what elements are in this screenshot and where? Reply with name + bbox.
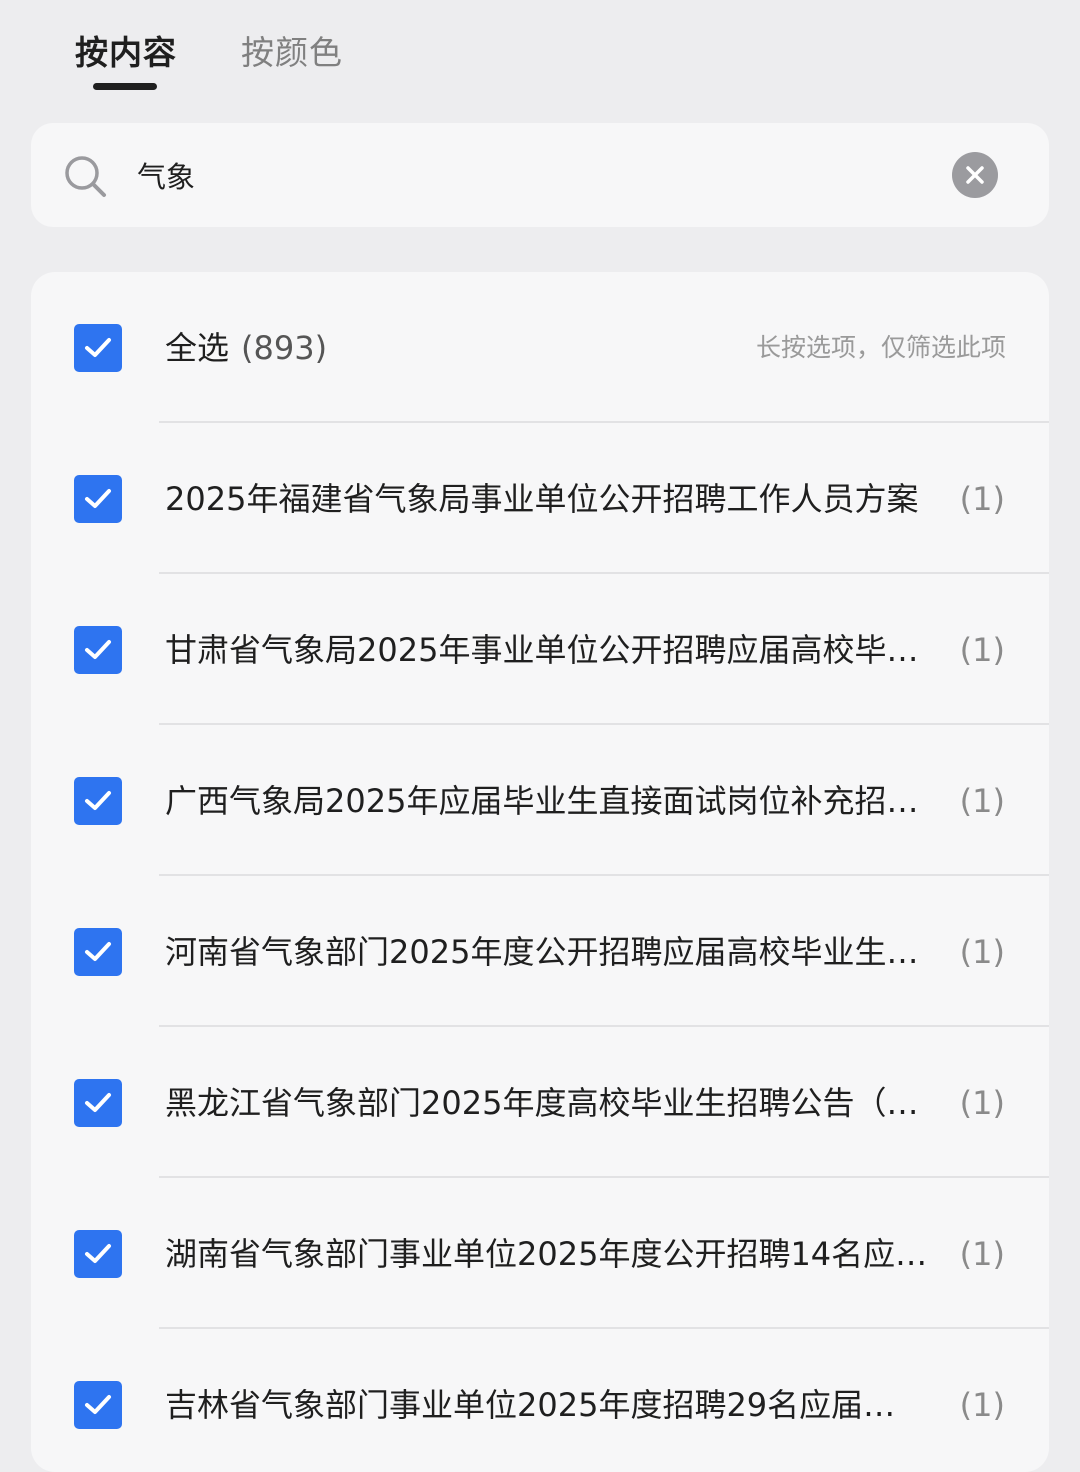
item-count: (1) [959, 480, 1005, 518]
item-count: (1) [959, 1084, 1005, 1122]
item-checkbox[interactable] [74, 1230, 122, 1278]
checkmark-icon [85, 1395, 111, 1414]
item-count: (1) [959, 1235, 1005, 1273]
long-press-hint: 长按选项，仅筛选此项 [755, 333, 1006, 362]
clear-search-button[interactable] [952, 152, 998, 198]
checkmark-icon [85, 338, 111, 357]
item-checkbox[interactable] [74, 1079, 122, 1127]
item-label: 吉林省气象部门事业单位2025年度招聘29名应届… [165, 1386, 896, 1424]
checkmark-icon [85, 1093, 111, 1112]
list-item[interactable]: 2025年福建省气象局事业单位公开招聘工作人员方案 (1) [31, 423, 1049, 574]
list-item[interactable]: 河南省气象部门2025年度公开招聘应届高校毕业生… (1) [31, 876, 1049, 1027]
close-icon [966, 166, 984, 184]
list-item[interactable]: 广西气象局2025年应届毕业生直接面试岗位补充招… (1) [31, 725, 1049, 876]
item-label: 广西气象局2025年应届毕业生直接面试岗位补充招… [165, 782, 919, 820]
item-checkbox[interactable] [74, 777, 122, 825]
search-icon [63, 154, 107, 198]
filter-tabs: 按内容 按颜色 [0, 0, 1080, 110]
select-all-checkbox[interactable] [74, 324, 122, 372]
item-label: 河南省气象部门2025年度公开招聘应届高校毕业生… [165, 933, 919, 971]
list-item[interactable]: 湖南省气象部门事业单位2025年度公开招聘14名应… (1) [31, 1178, 1049, 1329]
list-item[interactable]: 黑龙江省气象部门2025年度高校毕业生招聘公告（… (1) [31, 1027, 1049, 1178]
item-count: (1) [959, 933, 1005, 971]
item-checkbox[interactable] [74, 1381, 122, 1429]
select-all-label: 全选 [165, 329, 230, 367]
select-all-row[interactable]: 全选 (893) 长按选项，仅筛选此项 [31, 272, 1049, 423]
checkmark-icon [85, 1244, 111, 1263]
checkmark-icon [85, 791, 111, 810]
select-all-count: (893) [241, 329, 328, 367]
list-item[interactable]: 甘肃省气象局2025年事业单位公开招聘应届高校毕… (1) [31, 574, 1049, 725]
search-input[interactable] [137, 151, 917, 199]
tab-by-content[interactable]: 按内容 [75, 30, 177, 76]
filter-option-list: 全选 (893) 长按选项，仅筛选此项 2025年福建省气象局事业单位公开招聘工作… [31, 272, 1049, 1472]
item-label: 湖南省气象部门事业单位2025年度公开招聘14名应… [165, 1235, 928, 1273]
item-checkbox[interactable] [74, 475, 122, 523]
checkmark-icon [85, 640, 111, 659]
item-checkbox[interactable] [74, 928, 122, 976]
item-count: (1) [959, 782, 1005, 820]
checkmark-icon [85, 942, 111, 961]
item-label: 黑龙江省气象部门2025年度高校毕业生招聘公告（… [165, 1084, 919, 1122]
item-count: (1) [959, 1386, 1005, 1424]
tab-by-color[interactable]: 按颜色 [241, 30, 343, 76]
active-tab-indicator [93, 83, 157, 90]
search-bar [31, 123, 1049, 227]
item-checkbox[interactable] [74, 626, 122, 674]
item-count: (1) [959, 631, 1005, 669]
select-all-label-group: 全选 (893) [165, 326, 565, 370]
list-item[interactable]: 吉林省气象部门事业单位2025年度招聘29名应届… (1) [31, 1329, 1049, 1472]
checkmark-icon [85, 489, 111, 508]
item-label: 2025年福建省气象局事业单位公开招聘工作人员方案 [165, 480, 919, 518]
item-label: 甘肃省气象局2025年事业单位公开招聘应届高校毕… [165, 631, 919, 669]
